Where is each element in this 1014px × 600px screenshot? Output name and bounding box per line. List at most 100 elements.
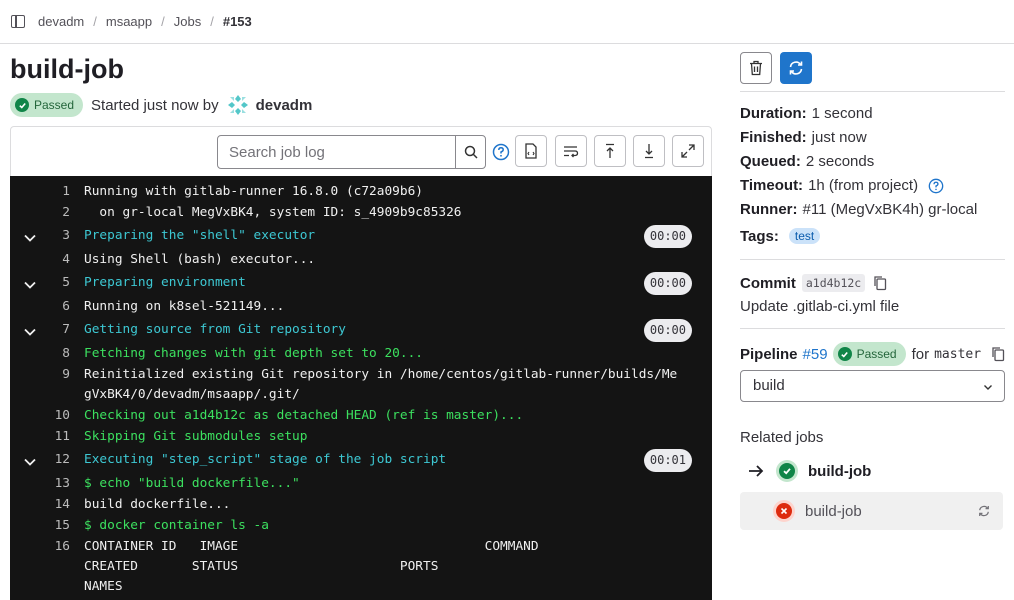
log-line-number[interactable]: 14 [10,497,70,512]
log-line-number[interactable]: 6 [10,299,70,314]
section-duration-badge: 00:00 [643,225,692,248]
search-button[interactable] [455,135,486,169]
breadcrumb-separator: / [93,14,97,29]
log-line-text: $ docker container ls -a [84,518,269,533]
pipeline-status-label: Passed [856,347,897,361]
log-line-text: Running on k8sel-521149... [84,299,285,314]
help-icon[interactable] [928,178,944,194]
runner-row: Runner: #11 (MegVxBK4h) gr-local [740,201,978,218]
log-line-text-continued: gVxBK4/0/devadm/msaapp/.git/ [84,387,300,402]
user-link[interactable]: devadm [256,97,313,114]
related-jobs-title: Related jobs [740,429,824,446]
log-line-number[interactable]: 7 [10,322,70,337]
log-line-number[interactable]: 13 [10,476,70,491]
breadcrumb-item-project[interactable]: msaapp [106,14,152,29]
log-line-number[interactable]: 3 [10,228,70,243]
log-line-text-continued: CREATED STATUS PORTS [84,559,439,574]
failed-icon [773,500,795,522]
log-line-text: Checking out a1d4b12c as detached HEAD (… [84,408,524,423]
log-line-text: build dockerfile... [84,497,231,512]
retry-icon [789,61,803,75]
breadcrumb-separator: / [210,14,214,29]
breadcrumb-item-job[interactable]: #153 [223,14,252,29]
commit-message[interactable]: Update .gitlab-ci.yml file [740,298,899,315]
check-icon [15,98,29,112]
log-line-text: Using Shell (bash) executor... [84,252,316,267]
log-line-text: Reinitialized existing Git repository in… [84,367,678,382]
started-text: Started just now by [91,96,219,114]
stage-select[interactable]: build [740,370,1005,402]
copy-icon[interactable] [873,275,887,291]
log-line-number[interactable]: 9 [10,367,70,382]
duration-row: Duration: 1 second [740,105,873,122]
log-line-number[interactable]: 10 [10,408,70,423]
related-job-item[interactable]: build-job [740,452,1003,490]
fullscreen-button[interactable] [672,135,704,167]
related-job-item[interactable]: build-job [740,492,1003,530]
pipeline-row: Pipeline #59 Passed for master [740,342,1005,366]
retry-icon[interactable] [977,504,991,518]
commit-row: Commit a1d4b12c [740,274,887,292]
log-line-number[interactable]: 1 [10,184,70,199]
log-line-number[interactable]: 16 [10,539,70,554]
job-log-toolbar [10,126,712,176]
queued-row: Queued: 2 seconds [740,153,875,170]
scroll-to-top-button[interactable] [594,135,626,167]
log-line-number[interactable]: 8 [10,346,70,361]
job-meta: Passed Started just now by devadm [10,93,312,117]
tag-badge: test [788,228,821,244]
copy-icon[interactable] [991,346,1005,362]
show-raw-button[interactable] [515,135,547,167]
status-badge[interactable]: Passed [10,93,84,117]
log-line-number[interactable]: 4 [10,252,70,267]
log-line-text: Getting source from Git repository [84,322,346,337]
file-icon [525,143,537,159]
trash-icon [750,60,762,76]
search-icon [464,145,478,159]
tags-row: Tags: test [740,228,821,245]
log-line-text: Fetching changes with git depth set to 2… [84,346,423,361]
text-wrap-icon [564,146,579,158]
log-line-text: Preparing the "shell" executor [84,228,316,243]
log-line-number[interactable]: 2 [10,205,70,220]
pipeline-link[interactable]: #59 [803,346,828,363]
page-title: build-job [10,54,124,84]
breadcrumb-item-group[interactable]: devadm [38,14,84,29]
top-bar: devadm / msaapp / Jobs / #153 [0,0,1014,44]
breadcrumb: devadm / msaapp / Jobs / #153 [38,14,252,29]
help-icon[interactable] [492,143,510,161]
scroll-to-bottom-button[interactable] [633,135,665,167]
avatar[interactable] [226,94,249,116]
commit-sha[interactable]: a1d4b12c [801,274,866,292]
log-line-number[interactable]: 5 [10,275,70,290]
maximize-icon [681,144,695,158]
breadcrumb-separator: / [161,14,165,29]
log-line-text: CONTAINER ID IMAGE COMMAND [84,539,539,554]
pipeline-status-badge[interactable]: Passed [832,342,906,366]
log-line-text: Skipping Git submodules setup [84,429,308,444]
erase-job-button[interactable] [740,52,772,84]
finished-row: Finished: just now [740,129,867,146]
success-icon [776,460,798,482]
log-line-text: on gr-local MegVxBK4, system ID: s_4909b… [84,205,462,220]
scroll-down-icon [645,144,653,159]
pipeline-for-text: for [911,345,930,363]
divider [740,328,1005,329]
section-duration-badge: 00:00 [643,272,692,295]
chevron-down-icon [984,385,992,390]
divider [740,91,1005,92]
log-line-text: Preparing environment [84,275,246,290]
search-job-log-input[interactable] [217,135,456,169]
stage-select-value: build [753,377,785,394]
log-line-number[interactable]: 11 [10,429,70,444]
pipeline-ref[interactable]: master [934,347,981,362]
log-line-number[interactable]: 12 [10,452,70,467]
retry-job-button[interactable] [780,52,812,84]
breadcrumb-item-jobs[interactable]: Jobs [174,14,201,29]
wrap-lines-button[interactable] [555,135,587,167]
status-badge-label: Passed [34,98,75,112]
scroll-up-icon [606,143,614,158]
log-line-number[interactable]: 15 [10,518,70,533]
related-job-name: build-job [805,502,862,520]
sidebar-toggle-icon[interactable] [11,15,25,28]
